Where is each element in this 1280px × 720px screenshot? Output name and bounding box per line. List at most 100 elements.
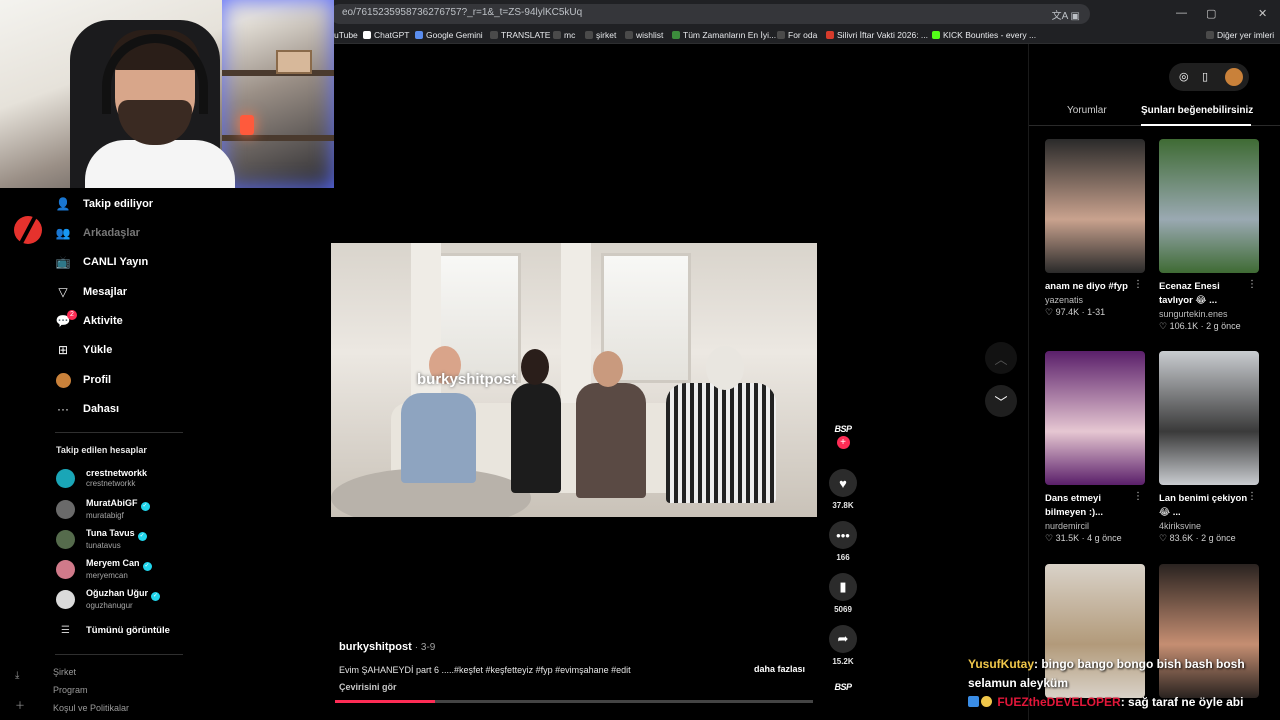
video-thumbnail[interactable] (1159, 351, 1259, 485)
footer-company[interactable]: Şirket (53, 667, 76, 677)
streamer-body (85, 140, 235, 188)
profile-icon (55, 372, 71, 388)
chat-message: FUEZtheDEVELOPER: sağ taraf ne öyle abi (968, 693, 1280, 712)
video-progress[interactable] (335, 700, 813, 703)
bookmark-mc[interactable]: mc (553, 30, 575, 40)
nav-live[interactable]: 📺 CANLI Yayın (55, 252, 149, 272)
nav-profile[interactable]: Profil (55, 370, 111, 390)
bookmark-other[interactable]: Diğer yer imleri (1206, 30, 1274, 40)
previous-video-button[interactable]: ︿ (985, 342, 1017, 374)
verified-icon: ✓ (151, 591, 160, 601)
card-author[interactable]: nurdemircil (1045, 521, 1145, 531)
nav-upload[interactable]: ⊞ Yükle (55, 340, 112, 360)
close-window-button[interactable]: ✕ (1258, 7, 1267, 20)
account-name: crestnetworkk (86, 467, 148, 478)
address-bar[interactable]: eo/7615235958736276757?_r=1&_t=ZS-94lylK… (330, 4, 1090, 24)
bookmark-sirket[interactable]: şirket (585, 30, 616, 40)
card-menu-icon[interactable]: ⋮ (1133, 279, 1143, 290)
more-link[interactable]: daha fazlası (754, 664, 805, 674)
site-icon (672, 31, 680, 39)
live-icon: 📺 (55, 255, 71, 269)
share-button[interactable]: ➦ 15.2K (826, 625, 860, 666)
download-icon[interactable]: ⤓ (15, 670, 19, 681)
avatar (56, 499, 75, 519)
account-item[interactable]: Tuna Tavus ✓ tunatavus (56, 526, 147, 552)
follow-button[interactable]: + (836, 436, 850, 449)
account-item[interactable]: Oğuzhan Uğur ✓ oguzhanugur (56, 586, 160, 612)
minimize-button[interactable]: — (1176, 7, 1187, 19)
comment-button[interactable]: ••• 166 (826, 521, 860, 562)
tab-comments[interactable]: Yorumlar (1067, 105, 1107, 116)
nav-more[interactable]: ··· Dahası (55, 399, 119, 419)
share-icon: ➦ (829, 625, 857, 653)
author-avatar[interactable]: BSP + (826, 424, 860, 449)
site-icon (826, 31, 834, 39)
account-name: Meryem Can (86, 557, 140, 568)
compass-icon[interactable]: ◎ (1179, 70, 1189, 83)
bookmark-tum-zamanlar[interactable]: Tüm Zamanların En İyi... (672, 30, 776, 40)
user-avatar[interactable] (1225, 68, 1243, 86)
card-stats: ♡ 83.6K · 2 g önce (1159, 533, 1236, 543)
badge-icon (981, 696, 992, 707)
bookmark-silivri[interactable]: Silivri İftar Vakti 2026: ... (826, 30, 928, 40)
folder-icon (777, 31, 785, 39)
video-thumbnail[interactable] (1045, 351, 1145, 485)
active-tab-indicator (1141, 124, 1251, 126)
kick-icon (932, 31, 940, 39)
add-icon[interactable]: ＋ (15, 697, 25, 712)
card-author[interactable]: yazenatis (1045, 295, 1145, 305)
card-menu-icon[interactable]: ⋮ (1247, 491, 1257, 502)
account-item[interactable]: MuratAbiGF ✓ muratabigf (56, 496, 150, 522)
sound-disc[interactable]: BSP (826, 682, 860, 692)
bookmark-wishlist[interactable]: wishlist (625, 30, 663, 40)
footer-terms[interactable]: Koşul ve Politikalar (53, 703, 129, 713)
video-thumbnail[interactable] (1159, 139, 1259, 273)
video-player[interactable]: burkyshitpost (331, 243, 817, 517)
footer-program[interactable]: Program (53, 685, 88, 695)
nav-friends[interactable]: 👥 Arkadaşlar (55, 223, 140, 243)
bookmark-kick[interactable]: KICK Bounties - every ... (932, 30, 1036, 40)
card-author[interactable]: sungurtekin.enes (1159, 309, 1259, 319)
maximize-button[interactable]: ▢ (1206, 7, 1216, 20)
account-handle: meryemcan (86, 570, 128, 580)
card-author[interactable]: 4kiriksvine (1159, 521, 1259, 531)
more-icon: ··· (57, 402, 69, 416)
like-button[interactable]: ♥ 37.8K (826, 469, 860, 510)
card-menu-icon[interactable]: ⋮ (1247, 279, 1257, 290)
shelf (222, 135, 334, 141)
account-item[interactable]: Meryem Can ✓ meryemcan (56, 556, 152, 582)
account-item[interactable]: crestnetworkk crestnetworkk (56, 465, 147, 491)
bookmark-chatgpt[interactable]: ChatGPT (363, 30, 409, 40)
like-count: 37.8K (832, 501, 854, 510)
card-title: Lan benimi çekiyon 😂 ... (1159, 493, 1248, 518)
bookmark-for-oda[interactable]: For oda (777, 30, 817, 40)
account-name: Tuna Tavus (86, 527, 135, 538)
save-button[interactable]: ▮ 5069 (826, 573, 860, 614)
tab-recommended[interactable]: Şunları beğenebilirsiniz (1141, 105, 1253, 116)
verified-icon: ✓ (137, 531, 147, 541)
nav-messages[interactable]: ▽ Mesajlar (55, 282, 127, 302)
translate-link[interactable]: Çevirisini gör (339, 682, 397, 692)
phone-icon[interactable]: ▯ (1202, 70, 1208, 83)
bookmark-gemini[interactable]: Google Gemini (415, 30, 483, 40)
nav-activity[interactable]: 💬 2 Aktivite (55, 310, 123, 331)
save-count: 5069 (834, 605, 852, 614)
video-thumbnail[interactable] (1045, 139, 1145, 273)
nav-following[interactable]: 👤 Takip ediliyor (55, 194, 154, 214)
video-card[interactable]: ⋮ Dans etmeyi bilmeyen :)... nurdemircil… (1045, 351, 1145, 544)
url-text[interactable]: eo/7615235958736276757?_r=1&_t=ZS-94lylK… (342, 7, 582, 18)
bookmark-translate[interactable]: TRANSLATE (490, 30, 550, 40)
card-menu-icon[interactable]: ⋮ (1133, 491, 1143, 502)
folder-icon (553, 31, 561, 39)
translate-icon[interactable]: 文A ▣ (1052, 7, 1080, 22)
share-count: 15.2K (832, 657, 854, 666)
video-card[interactable]: ⋮ anam ne diyo #fyp yazenatis ♡ 97.4K · … (1045, 139, 1145, 318)
next-video-button[interactable]: ﹀ (985, 385, 1017, 417)
account-name: Oğuzhan Uğur (86, 587, 148, 598)
video-card[interactable]: ⋮ Ecenaz Enesi tavlıyor 😂 ... sungurteki… (1159, 139, 1259, 332)
see-all-link[interactable]: ☰ Tümünü görüntüle (56, 617, 170, 643)
video-author[interactable]: burkyshitpost · 3-9 (339, 641, 435, 653)
comment-icon: ••• (829, 521, 857, 549)
bookmark-youtube[interactable]: uTube (334, 30, 358, 40)
video-card[interactable]: ⋮ Lan benimi çekiyon 😂 ... 4kiriksvine ♡… (1159, 351, 1259, 544)
